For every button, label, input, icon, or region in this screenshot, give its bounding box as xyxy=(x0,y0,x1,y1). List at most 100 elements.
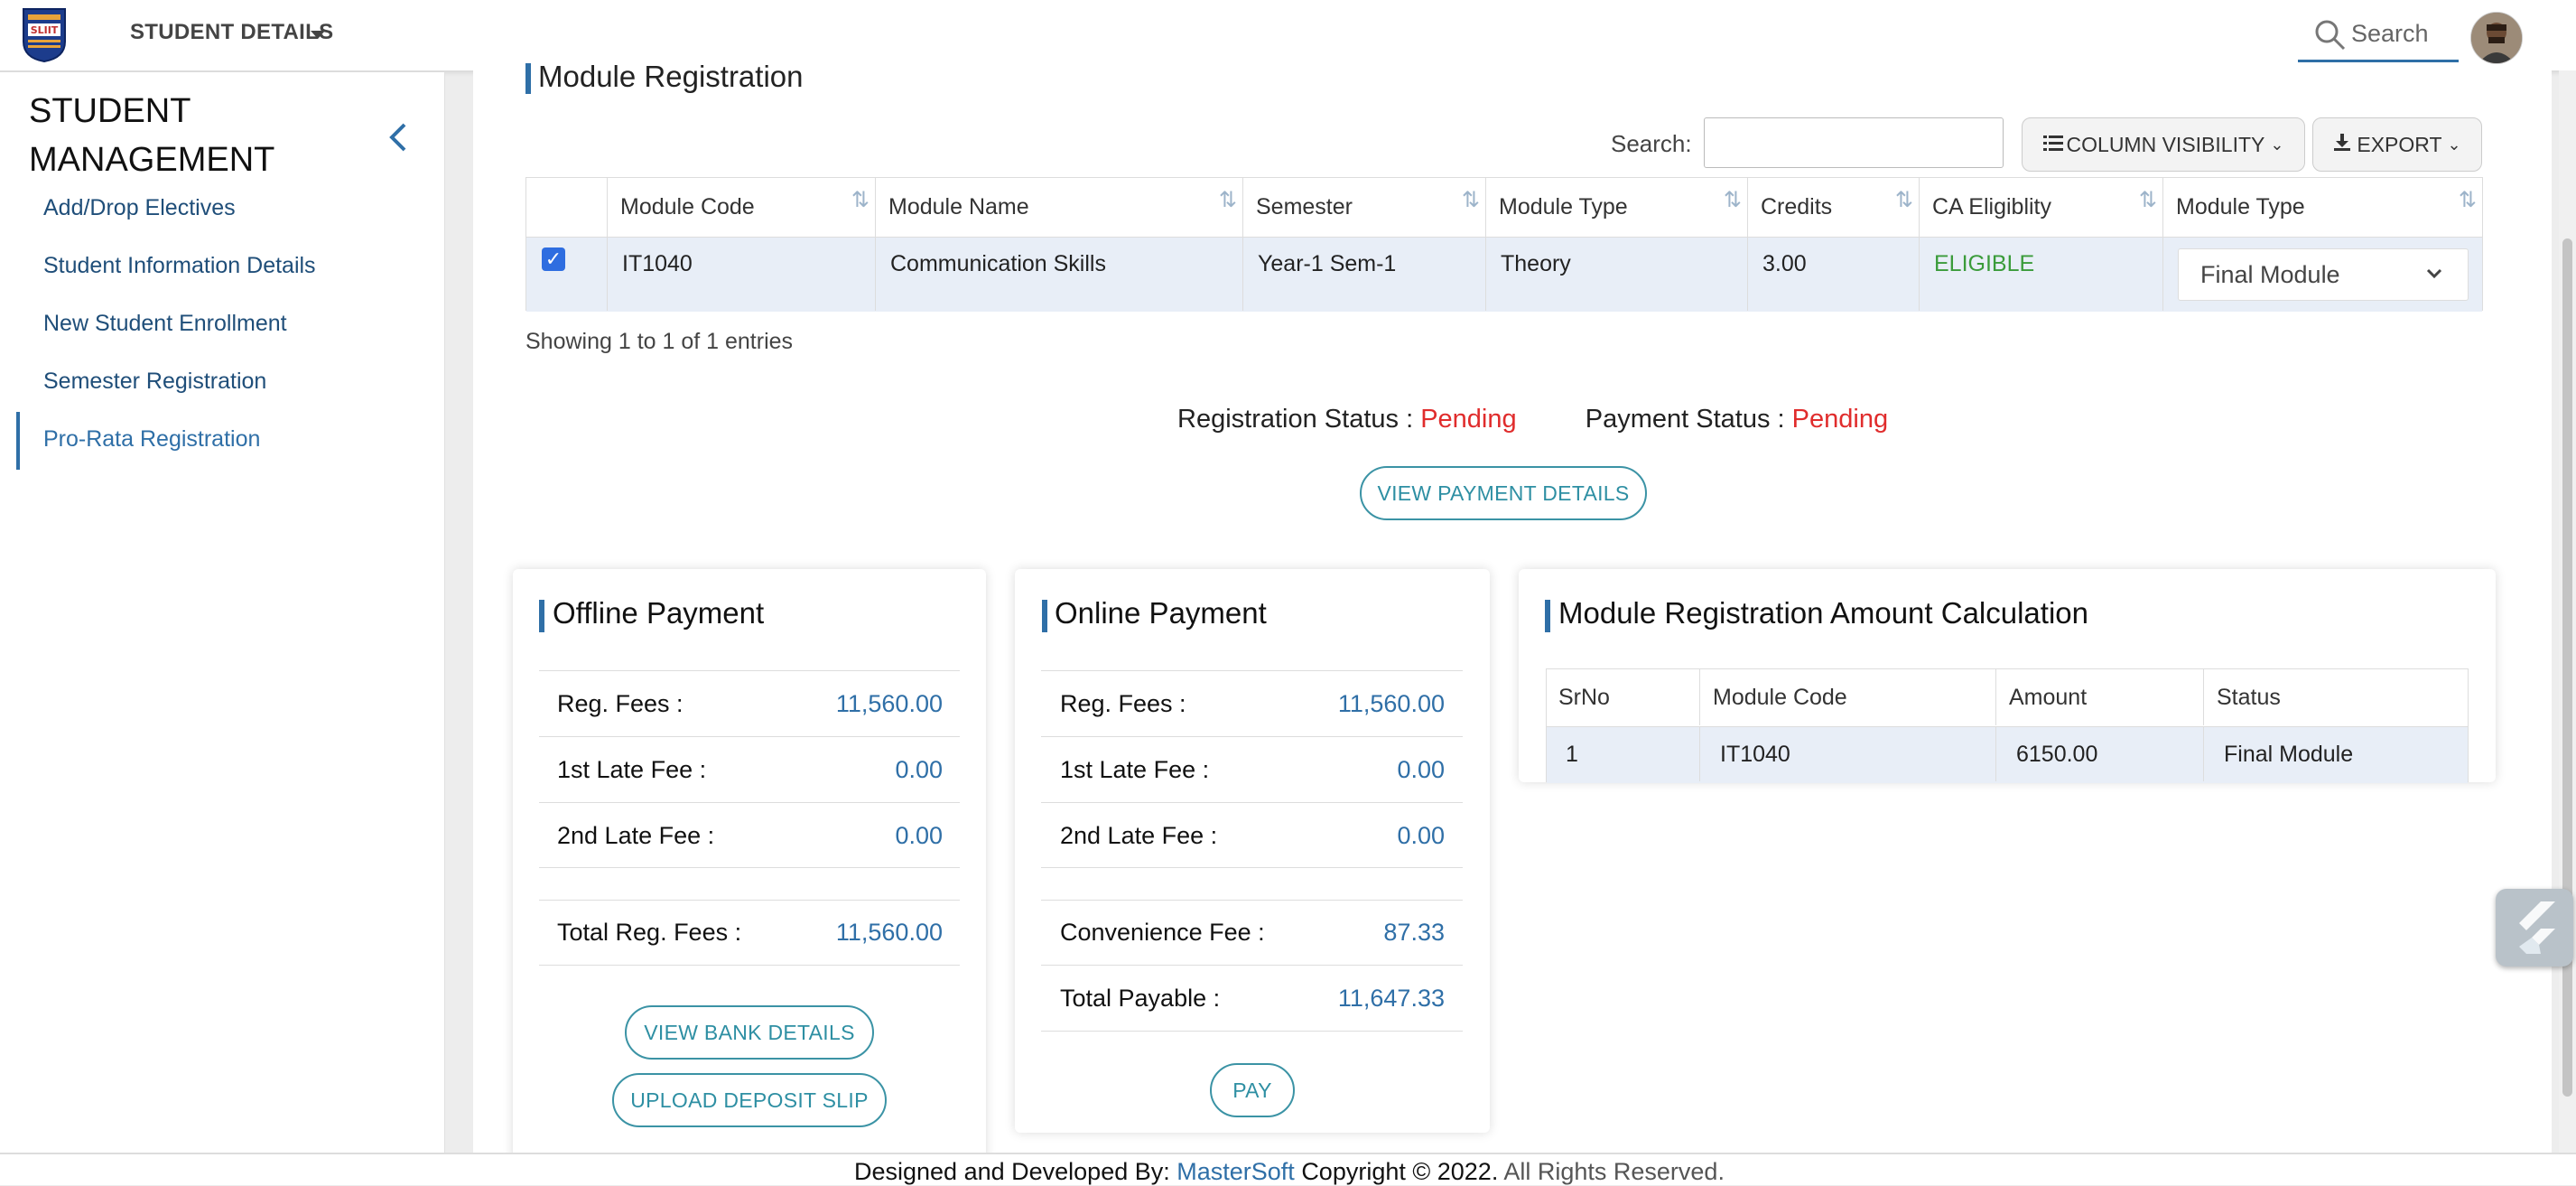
sidebar-item-pro-rata-registration[interactable]: Pro-Rata Registration xyxy=(43,426,260,453)
online-convenience-fee-label: Convenience Fee : xyxy=(1060,919,1265,946)
offline-reg-fees-value: 11,560.00 xyxy=(835,690,943,717)
student-details-menu[interactable]: STUDENT DETAILS xyxy=(130,20,333,45)
avatar[interactable] xyxy=(2470,12,2523,64)
calc-cell-module-code: IT1040 xyxy=(1699,727,1995,781)
online-payment-card xyxy=(1015,569,1490,1133)
chevron-down-icon: ⌄ xyxy=(2447,135,2461,154)
cell-module-type: Theory xyxy=(1485,237,1747,311)
calc-cell-srno: 1 xyxy=(1566,742,1578,767)
chevron-left-icon[interactable] xyxy=(386,121,410,158)
divider xyxy=(1041,802,1463,803)
calc-header-module-code: Module Code xyxy=(1699,669,1995,725)
svg-text:SLIIT: SLIIT xyxy=(31,24,59,36)
column-visibility-button[interactable]: COLUMN VISIBILITY ⌄ xyxy=(2022,117,2305,172)
offline-second-late-fee-value: 0.00 xyxy=(895,822,943,849)
registration-status-value: Pending xyxy=(1420,405,1517,434)
sort-icon[interactable]: ⇅ xyxy=(2459,190,2477,211)
download-icon xyxy=(2333,133,2351,157)
chevron-down-icon xyxy=(2425,262,2443,285)
card-accent-bar xyxy=(1545,600,1550,632)
registration-status-label: Registration Status : xyxy=(1177,405,1414,434)
offline-total-reg-fees-label: Total Reg. Fees : xyxy=(557,919,742,946)
footer-prefix: Designed and Developed By: xyxy=(854,1158,1170,1185)
sidebar-item-student-information-details[interactable]: Student Information Details xyxy=(43,253,316,279)
cell-module-name: Communication Skills xyxy=(875,237,1242,311)
divider xyxy=(539,802,960,803)
payment-status-value: Pending xyxy=(1791,405,1889,434)
sidebar-title: STUDENT MANAGEMENT xyxy=(29,92,275,179)
table-header-semester[interactable]: Semester ⇅ xyxy=(1242,177,1485,237)
online-reg-fees-value: 11,560.00 xyxy=(1337,690,1445,717)
divider xyxy=(1041,1031,1463,1032)
status-line: Registration Status : Pending Payment St… xyxy=(1177,405,1888,434)
offline-total-reg-fees-value: 11,560.00 xyxy=(835,919,943,946)
divider xyxy=(539,867,960,868)
view-bank-details-button[interactable]: VIEW BANK DETAILS xyxy=(625,1005,874,1060)
online-first-late-fee-value: 0.00 xyxy=(1397,756,1445,783)
table-header-module-type[interactable]: Module Type ⇅ xyxy=(1485,177,1747,237)
view-payment-details-button[interactable]: VIEW PAYMENT DETAILS xyxy=(1360,466,1647,520)
footer-rights: All Rights Reserved. xyxy=(1503,1158,1725,1185)
divider xyxy=(1041,867,1463,868)
cell-ca-eligibility: ELIGIBLE xyxy=(1919,237,2162,311)
sidebar-item-new-student-enrollment[interactable]: New Student Enrollment xyxy=(43,311,287,337)
table-header-credits[interactable]: Credits ⇅ xyxy=(1747,177,1919,237)
online-second-late-fee-value: 0.00 xyxy=(1397,822,1445,849)
sidebar-item-semester-registration[interactable]: Semester Registration xyxy=(43,369,266,395)
global-search-label[interactable]: Search xyxy=(2351,20,2429,48)
sort-icon[interactable]: ⇅ xyxy=(1462,190,1480,211)
offline-reg-fees-label: Reg. Fees : xyxy=(557,690,684,717)
sidebar-item-add-drop-electives[interactable]: Add/Drop Electives xyxy=(43,195,236,221)
divider xyxy=(1041,900,1463,901)
divider xyxy=(539,736,960,737)
sort-icon[interactable]: ⇅ xyxy=(1724,190,1742,211)
flutter-icon[interactable] xyxy=(2496,889,2573,967)
cell-credits: 3.00 xyxy=(1747,237,1919,311)
offline-payment-title: Offline Payment xyxy=(553,596,765,630)
calc-header-status: Status xyxy=(2203,669,2469,725)
payment-status-label: Payment Status : xyxy=(1585,405,1785,434)
table-header-module-code[interactable]: Module Code ⇅ xyxy=(607,177,875,237)
calc-cell-status: Final Module xyxy=(2203,727,2469,781)
table-info: Showing 1 to 1 of 1 entries xyxy=(525,329,794,354)
amount-calculation-title: Module Registration Amount Calculation xyxy=(1558,596,2088,630)
divider xyxy=(539,670,960,671)
online-total-payable-value: 11,647.33 xyxy=(1337,985,1445,1012)
table-header-select xyxy=(525,177,607,237)
pay-button[interactable]: PAY xyxy=(1210,1063,1295,1117)
offline-second-late-fee-label: 2nd Late Fee : xyxy=(557,822,715,849)
divider xyxy=(1041,736,1463,737)
divider xyxy=(1041,670,1463,671)
sort-icon[interactable]: ⇅ xyxy=(851,190,870,211)
sort-icon[interactable]: ⇅ xyxy=(2139,190,2157,211)
export-button[interactable]: EXPORT ⌄ xyxy=(2312,117,2482,172)
online-convenience-fee-value: 87.33 xyxy=(1383,919,1445,946)
footer-copyright: Copyright © 2022. xyxy=(1301,1158,1499,1185)
table-header-module-name[interactable]: Module Name ⇅ xyxy=(875,177,1242,237)
offline-first-late-fee-value: 0.00 xyxy=(895,756,943,783)
table-search-input[interactable] xyxy=(1704,117,2004,168)
upload-deposit-slip-button[interactable]: UPLOAD DEPOSIT SLIP xyxy=(612,1073,887,1127)
divider xyxy=(1041,965,1463,966)
sort-icon[interactable]: ⇅ xyxy=(1219,190,1237,211)
university-logo-icon[interactable]: SLIIT xyxy=(20,5,69,63)
table-header-module-type-select[interactable]: Module Type ⇅ xyxy=(2162,177,2482,237)
table-header-ca-eligibility[interactable]: CA Eligiblity ⇅ xyxy=(1919,177,2162,237)
card-accent-bar xyxy=(539,600,544,632)
scrollbar-thumb[interactable] xyxy=(2562,238,2572,1097)
calc-cell-amount: 6150.00 xyxy=(1995,727,2203,781)
row-checkbox[interactable]: ✓ xyxy=(542,247,565,271)
online-total-payable-label: Total Payable : xyxy=(1060,985,1221,1012)
cell-semester: Year-1 Sem-1 xyxy=(1242,237,1485,311)
online-payment-title: Online Payment xyxy=(1055,596,1267,630)
footer-company-link[interactable]: MasterSoft xyxy=(1176,1158,1295,1185)
top-navbar xyxy=(0,0,2576,72)
sidebar xyxy=(0,72,445,1153)
calc-header-amount: Amount xyxy=(1995,669,2203,725)
calc-header-srno: SrNo xyxy=(1558,685,1610,710)
divider xyxy=(539,900,960,901)
offline-first-late-fee-label: 1st Late Fee : xyxy=(557,756,707,783)
export-label: EXPORT xyxy=(2357,132,2442,156)
sort-icon[interactable]: ⇅ xyxy=(1895,190,1913,211)
online-reg-fees-label: Reg. Fees : xyxy=(1060,690,1186,717)
